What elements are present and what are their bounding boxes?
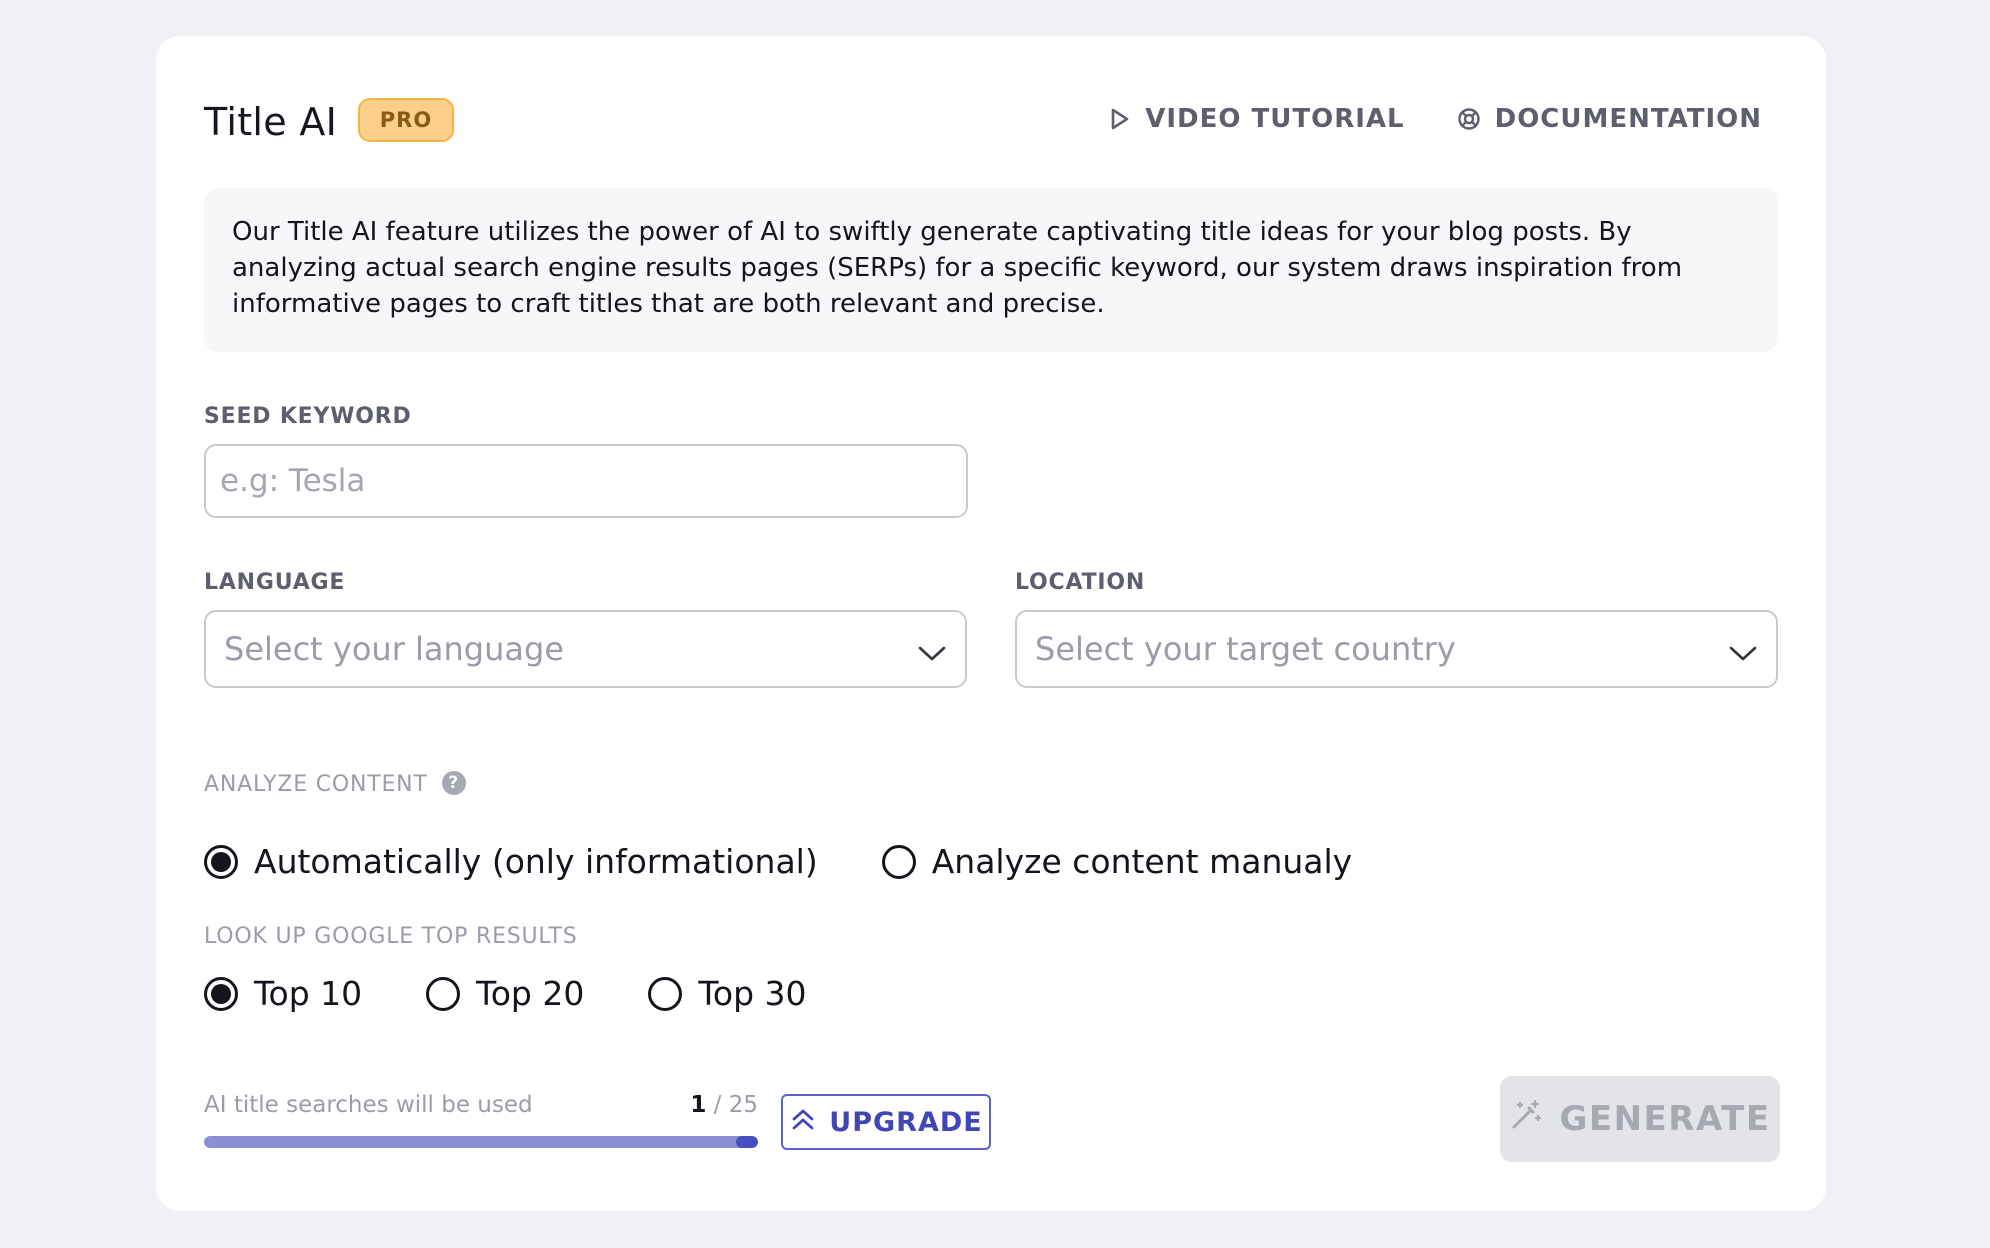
radio-label: Top 10: [254, 974, 363, 1013]
radio-analyze-manual[interactable]: Analyze content manualy: [881, 842, 1353, 881]
play-icon: [1109, 107, 1131, 131]
location-select-placeholder: Select your target country: [1035, 630, 1456, 668]
header: Title AI PRO VIDEO TUTORIAL DOCUMENTATIO…: [204, 90, 1762, 150]
page-title: Title AI: [204, 100, 338, 144]
feature-description: Our Title AI feature utilizes the power …: [204, 188, 1778, 352]
top-results-options: Top 10 Top 20 Top 30: [204, 974, 807, 1013]
usage-count: 1 / 25: [690, 1092, 758, 1118]
radio-label: Top 30: [698, 974, 807, 1013]
generate-label: GENERATE: [1559, 1099, 1771, 1139]
radio-unselected-icon: [426, 976, 461, 1011]
radio-label: Top 20: [476, 974, 585, 1013]
documentation-label: DOCUMENTATION: [1494, 104, 1762, 134]
magic-wand-icon: [1509, 1098, 1543, 1141]
radio-selected-icon: [204, 844, 238, 879]
radio-top-30[interactable]: Top 30: [648, 974, 807, 1013]
upgrade-label: UPGRADE: [829, 1106, 983, 1138]
lifebuoy-icon: [1457, 107, 1481, 131]
usage-total: 25: [728, 1092, 758, 1118]
help-icon[interactable]: ?: [441, 771, 466, 795]
radio-unselected-icon: [648, 976, 683, 1011]
usage-used: 1: [690, 1092, 707, 1118]
generate-button[interactable]: GENERATE: [1500, 1076, 1780, 1162]
top-results-label: LOOK UP GOOGLE TOP RESULTS: [204, 924, 578, 949]
radio-label: Analyze content manualy: [931, 842, 1353, 881]
upgrade-button[interactable]: UPGRADE: [781, 1094, 991, 1150]
language-select-placeholder: Select your language: [224, 630, 564, 668]
usage-separator: /: [706, 1092, 729, 1118]
documentation-link[interactable]: DOCUMENTATION: [1457, 104, 1762, 134]
location-label: LOCATION: [1015, 570, 1146, 595]
analyze-content-label-text: ANALYZE CONTENT: [204, 772, 428, 797]
radio-analyze-automatic[interactable]: Automatically (only informational): [204, 842, 818, 881]
usage-meter: AI title searches will be used 1 / 25: [204, 1092, 758, 1148]
title-ai-card: Title AI PRO VIDEO TUTORIAL DOCUMENTATIO…: [156, 36, 1826, 1211]
seed-keyword-label: SEED KEYWORD: [204, 404, 412, 429]
header-links: VIDEO TUTORIAL DOCUMENTATION: [1109, 104, 1762, 134]
pro-badge: PRO: [358, 98, 454, 142]
seed-keyword-input[interactable]: [204, 444, 968, 518]
chevron-down-icon: [1728, 636, 1758, 674]
location-select[interactable]: Select your target country: [1015, 610, 1778, 688]
usage-progress-fill: [204, 1136, 758, 1148]
usage-progress-track: [204, 1136, 758, 1148]
radio-top-10[interactable]: Top 10: [204, 974, 362, 1013]
language-select[interactable]: Select your language: [204, 610, 967, 688]
radio-top-20[interactable]: Top 20: [426, 974, 584, 1013]
video-tutorial-label: VIDEO TUTORIAL: [1145, 104, 1405, 134]
video-tutorial-link[interactable]: VIDEO TUTORIAL: [1109, 104, 1404, 134]
language-label: LANGUAGE: [204, 570, 346, 595]
usage-label: AI title searches will be used: [204, 1092, 533, 1118]
double-chevron-up-icon: [789, 1105, 817, 1140]
radio-selected-icon: [204, 976, 238, 1011]
analyze-content-options: Automatically (only informational) Analy…: [204, 842, 1352, 881]
analyze-content-label: ANALYZE CONTENT?: [204, 771, 466, 797]
radio-label: Automatically (only informational): [254, 842, 818, 881]
chevron-down-icon: [917, 636, 947, 674]
radio-unselected-icon: [881, 844, 916, 879]
